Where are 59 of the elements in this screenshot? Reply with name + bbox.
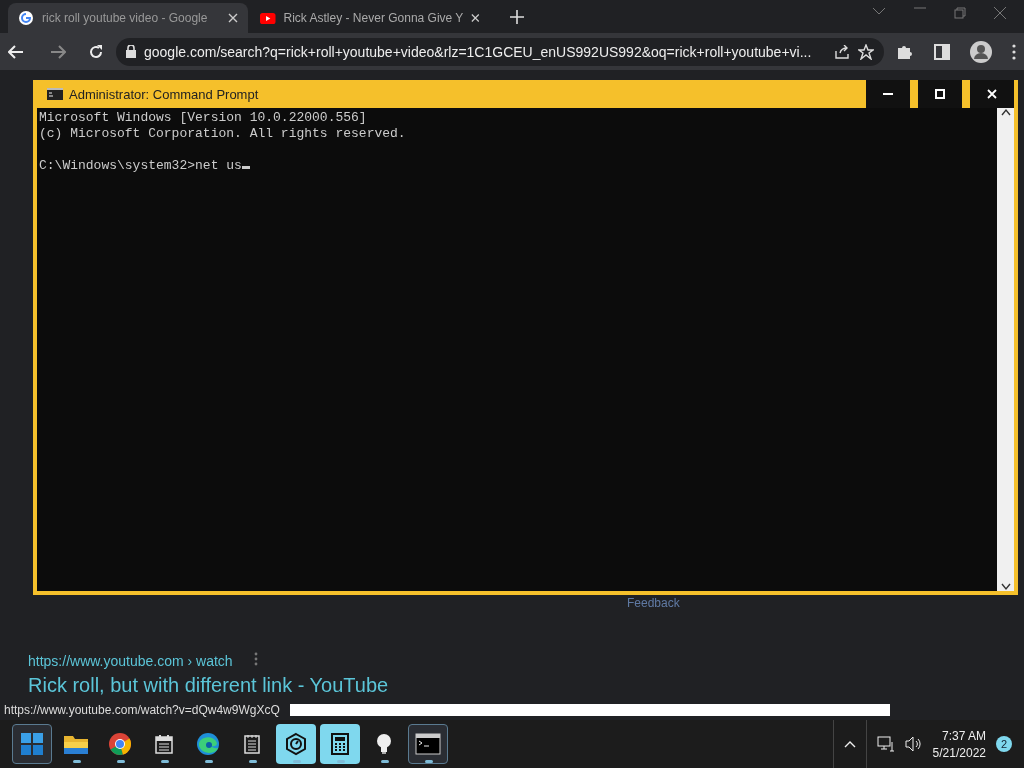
share-icon[interactable] xyxy=(834,44,850,59)
taskbar-app[interactable] xyxy=(320,724,360,764)
terminal-icon xyxy=(415,733,441,755)
window-title: Administrator: Command Prompt xyxy=(69,86,260,102)
close-icon xyxy=(987,89,997,99)
taskbar-app[interactable] xyxy=(408,724,448,764)
browser-tab[interactable]: Rick Astley - Never Gonna Give Y xyxy=(250,3,490,33)
edge-logo-icon xyxy=(196,732,220,756)
reload-icon[interactable] xyxy=(88,43,104,60)
maximize-button[interactable] xyxy=(916,80,962,108)
result-title-link[interactable]: Rick roll, but with different link - YouTube xyxy=(28,674,389,697)
avatar-icon[interactable] xyxy=(970,40,992,63)
scrollbar[interactable] xyxy=(997,108,1014,591)
restore-icon[interactable] xyxy=(954,6,966,19)
windows-logo-icon xyxy=(20,732,44,756)
result-url: https://www.youtube.com › watch xyxy=(28,653,233,669)
forward-arrow-icon[interactable] xyxy=(50,44,66,59)
console-icon xyxy=(47,88,63,100)
close-icon[interactable] xyxy=(228,13,238,23)
new-tab-icon[interactable] xyxy=(510,10,524,24)
close-button[interactable] xyxy=(968,80,1014,108)
back-arrow-icon[interactable] xyxy=(8,44,24,59)
console-line: (c) Microsoft Corporation. All rights reserved. xyxy=(39,126,406,141)
clock-time: 7:37 AM xyxy=(941,728,986,743)
close-icon[interactable] xyxy=(471,13,480,23)
text-cursor xyxy=(241,166,250,169)
notification-badge[interactable]: 2 xyxy=(996,736,1012,752)
chevron-up-icon xyxy=(843,740,856,748)
calendar-icon xyxy=(155,734,173,754)
console-prompt: C:\Windows\system32>net us xyxy=(39,158,242,173)
maximize-icon xyxy=(935,89,945,99)
minimize-button[interactable] xyxy=(864,80,910,108)
feedback-link[interactable]: Feedback xyxy=(627,596,680,610)
notepad-icon xyxy=(244,734,260,754)
taskbar-app[interactable] xyxy=(276,724,316,764)
chrome-logo-icon xyxy=(108,732,132,756)
browser-tab[interactable]: rick roll youtube video - Google xyxy=(8,3,248,33)
chevron-down-icon[interactable] xyxy=(872,6,886,15)
side-panel-icon[interactable] xyxy=(934,43,950,60)
network-icon[interactable] xyxy=(876,736,895,752)
google-logo-icon xyxy=(18,10,34,26)
lock-icon xyxy=(126,45,136,58)
star-icon[interactable] xyxy=(858,43,874,60)
clock-icon xyxy=(284,732,308,756)
menu-icon[interactable] xyxy=(1012,43,1016,60)
puzzle-piece-icon[interactable] xyxy=(896,43,912,60)
lightbulb-icon xyxy=(375,733,393,755)
calculator-icon xyxy=(331,733,349,755)
scroll-down-icon[interactable] xyxy=(1000,583,1011,591)
minimize-icon xyxy=(883,93,893,95)
scrollbar[interactable] xyxy=(289,704,890,716)
address-bar[interactable]: google.com/search?q=rick+roll+youtube+video&rlz=1C1GCEU_enUS992US992&oq=rick+roll+youtube+vi... xyxy=(116,37,884,66)
volume-icon[interactable] xyxy=(904,736,923,752)
scroll-up-icon[interactable] xyxy=(1000,108,1011,116)
folder-icon xyxy=(63,733,89,755)
youtube-logo-icon xyxy=(260,11,276,25)
more-options-icon[interactable] xyxy=(254,652,258,666)
console-line: Microsoft Windows [Version 10.0.22000.556] xyxy=(39,110,367,125)
clock-date: 5/21/2022 xyxy=(932,745,986,760)
